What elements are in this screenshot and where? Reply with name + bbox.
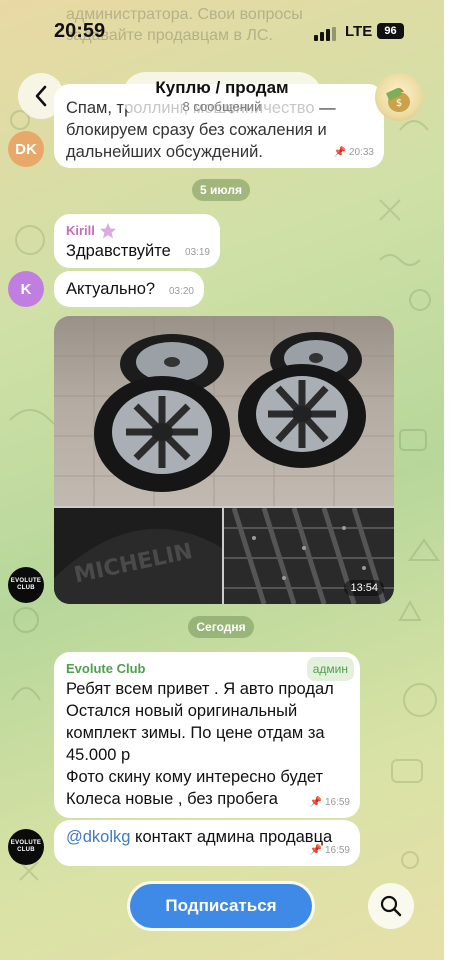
message-text: Ребят всем привет . Я авто продал Осталс… <box>66 678 356 810</box>
pin-icon: 📌 <box>333 147 346 158</box>
message-line: комплект зимы. По цене отдам за <box>66 724 325 742</box>
photo-time: 13:54 <box>344 580 384 596</box>
message-bubble-kirill-1[interactable]: Kirill Здравствуйте 03:19 <box>54 214 220 268</box>
message-line: Остался новый оригинальный <box>66 702 298 720</box>
message-meta: 📌 16:59 <box>310 840 350 862</box>
message-bubble-admin-2[interactable]: @dkolkg контакт админа продавца 📌 16:59 <box>54 820 360 866</box>
message-line: Фото скину кому интересно будет <box>66 768 324 786</box>
sender-name: Evolute Club <box>66 661 146 676</box>
subscribe-button[interactable]: Подписаться <box>130 884 312 928</box>
message-bubble-kirill-2[interactable]: Актуально? 03:20 <box>54 271 204 307</box>
avatar-text-line2: CLUB <box>17 585 35 591</box>
avatar-text-line1: EVOLUTE <box>10 840 42 846</box>
message-meta: 03:19 <box>185 242 210 264</box>
search-button[interactable] <box>368 883 414 929</box>
money-bag-icon: $ <box>386 87 410 112</box>
battery-icon: 96 <box>377 23 404 39</box>
date-separator: 5 июля <box>192 179 250 201</box>
star-icon <box>99 222 117 239</box>
avatar-text-line1: EVOLUTE <box>10 578 42 584</box>
back-button[interactable] <box>18 73 64 119</box>
chat-title-pill[interactable]: Куплю / продам 8 сообщений <box>122 72 322 120</box>
message-time: 20:33 <box>348 147 374 158</box>
avatar-initials: K <box>20 280 32 298</box>
message-time: 16:59 <box>324 845 350 856</box>
signal-icon <box>314 27 336 41</box>
network-type: LTE <box>345 23 373 40</box>
battery-level: 96 <box>384 25 397 37</box>
avatar-evolute-club[interactable]: EVOLUTE CLUB <box>8 829 44 865</box>
svg-text:$: $ <box>396 98 402 109</box>
pin-icon: 📌 <box>309 845 322 856</box>
message-line: Ребят всем привет . Я авто продал <box>66 680 334 698</box>
avatar-k[interactable]: K <box>8 271 44 307</box>
chat-avatar[interactable]: $ <box>375 73 423 121</box>
mention-link[interactable]: @dkolkg <box>66 828 130 846</box>
sender-name: Kirill <box>66 223 95 238</box>
chat-screen: администратора. Свои вопросы задавайте п… <box>0 0 444 960</box>
tire-sidewall-image: MICHELIN <box>54 528 222 604</box>
message-text: @dkolkg контакт админа продавца <box>66 826 332 848</box>
pin-icon: 📌 <box>309 797 322 808</box>
sender-row: Kirill <box>66 220 117 242</box>
message-body: контакт админа продавца <box>135 828 333 846</box>
message-meta: 📌 20:33 <box>334 142 374 164</box>
message-bubble-admin-1[interactable]: Evolute Club админ Ребят всем привет . Я… <box>54 652 360 818</box>
message-time: 03:20 <box>168 286 194 297</box>
message-text: Здравствуйте <box>66 242 171 260</box>
photo-tire-tread[interactable]: 13:54 <box>224 508 394 604</box>
avatar-initials: DK <box>15 140 37 158</box>
avatar-dk[interactable]: DK <box>8 131 44 167</box>
photo-tire-sidewall[interactable]: MICHELIN <box>54 508 222 604</box>
chat-title: Куплю / продам <box>155 78 289 97</box>
message-time: 03:19 <box>184 247 210 258</box>
avatar-evolute-club[interactable]: EVOLUTE CLUB <box>8 567 44 603</box>
subscribe-label: Подписаться <box>165 896 277 915</box>
photo-album[interactable]: MICHELIN 13:54 <box>54 316 394 604</box>
message-line: 45.000 р <box>66 746 131 764</box>
message-time: 16:59 <box>324 797 350 808</box>
date-separator-today: Сегодня <box>188 616 254 638</box>
message-meta: 03:20 <box>169 281 194 303</box>
chat-subtitle: 8 сообщений <box>182 99 262 114</box>
photo-wheels[interactable] <box>54 316 394 506</box>
status-bar: 20:59 LTE 96 <box>0 0 444 62</box>
avatar-text-line2: CLUB <box>17 847 35 853</box>
message-text: Актуально? <box>66 280 156 298</box>
message-meta: 📌 16:59 <box>310 792 350 814</box>
wheels-image <box>54 316 394 506</box>
status-time: 20:59 <box>54 20 106 42</box>
screen-edge <box>444 0 452 960</box>
chevron-left-icon <box>35 85 47 107</box>
search-icon <box>380 895 402 917</box>
